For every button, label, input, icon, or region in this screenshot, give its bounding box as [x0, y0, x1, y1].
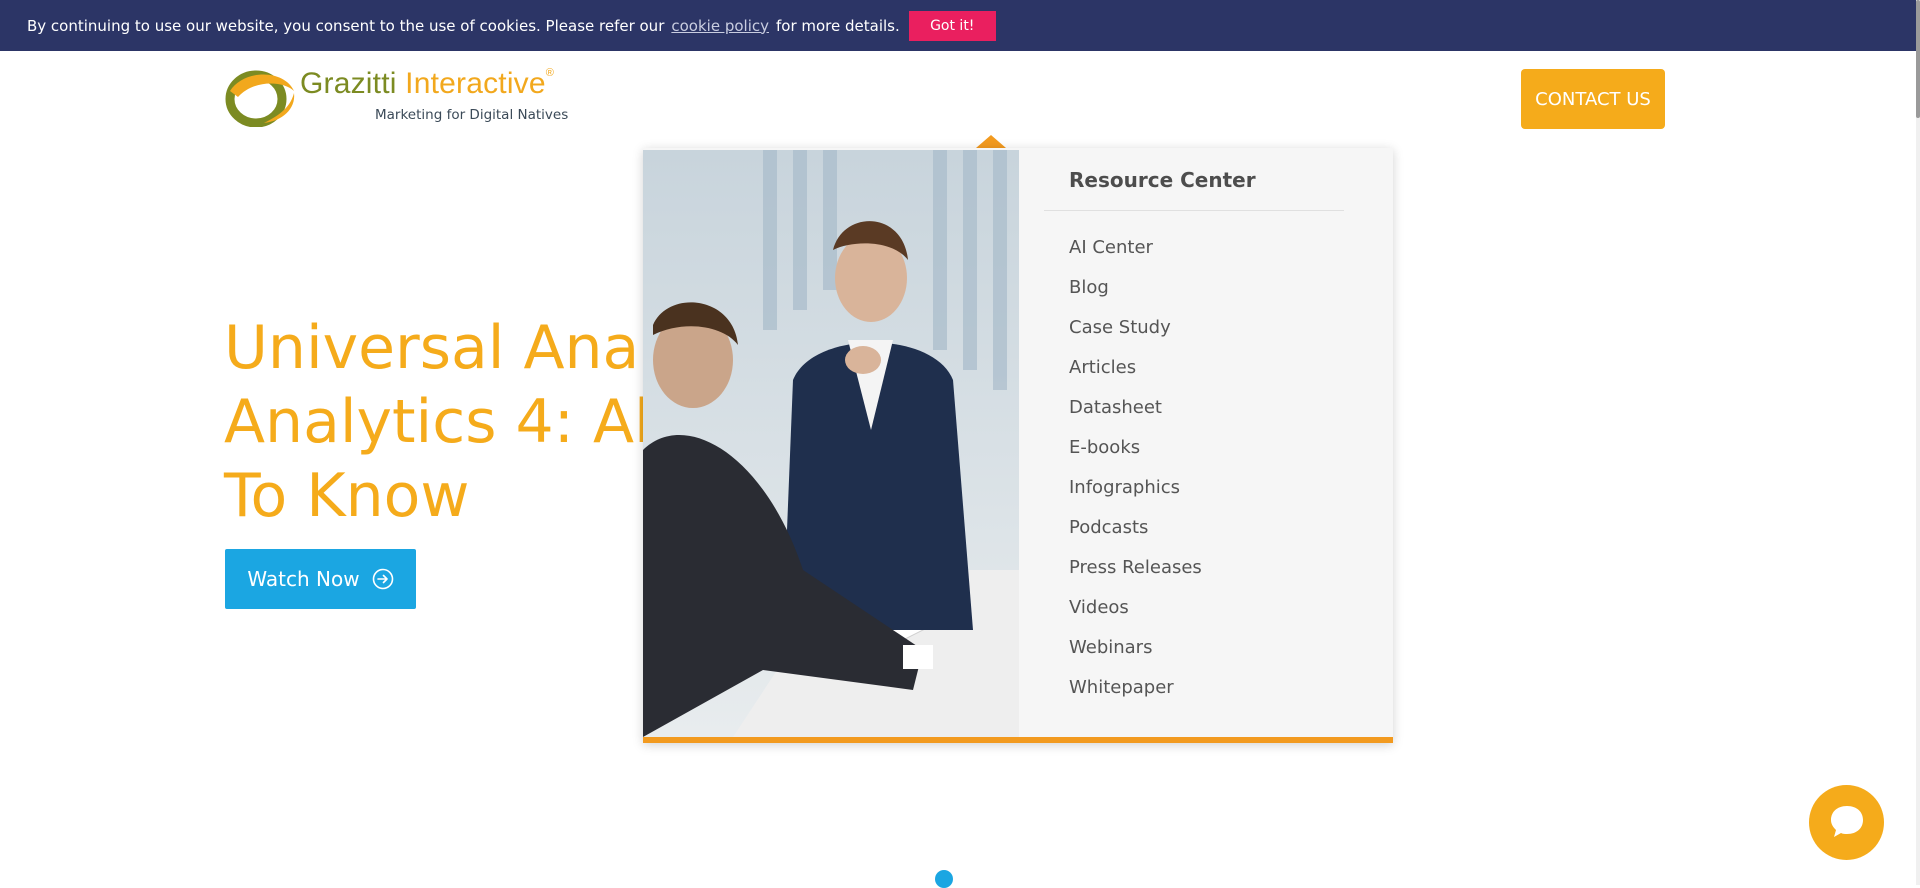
menu-item-ebooks[interactable]: E-books: [1069, 428, 1202, 468]
hero-title-line: Universal Analy: [224, 313, 692, 383]
menu-item-press-releases[interactable]: Press Releases: [1069, 548, 1202, 588]
business-meeting-photo: [643, 150, 1019, 737]
faded-slide-text: ⠀: [1392, 558, 1407, 582]
menu-item-ai-center[interactable]: AI Center: [1069, 228, 1202, 268]
page-scrollbar[interactable]: [1916, 0, 1920, 885]
watch-now-label: Watch Now: [247, 567, 360, 591]
swoosh-logo-icon: [224, 67, 298, 132]
menu-item-podcasts[interactable]: Podcasts: [1069, 508, 1202, 548]
contact-us-button[interactable]: CONTACT US: [1521, 69, 1665, 129]
faded-slide-text: ⠀: [1392, 355, 1407, 379]
menu-divider: [1044, 210, 1344, 211]
logo-name-part2: Interactive: [405, 67, 546, 100]
menu-item-whitepaper[interactable]: Whitepaper: [1069, 668, 1202, 708]
cookie-message-tail: for more details.: [776, 16, 900, 35]
menu-item-blog[interactable]: Blog: [1069, 268, 1202, 308]
menu-item-case-study[interactable]: Case Study: [1069, 308, 1202, 348]
menu-item-articles[interactable]: Articles: [1069, 348, 1202, 388]
logo-tagline: Marketing for Digital Natives: [375, 107, 569, 123]
got-it-button[interactable]: Got it!: [908, 10, 996, 41]
dropdown-caret: [976, 135, 1006, 148]
cookie-consent-bar: By continuing to use our website, you co…: [0, 0, 1916, 51]
hero-title: Universal Analy Analytics 4: All To Know: [224, 311, 692, 533]
menu-item-videos[interactable]: Videos: [1069, 588, 1202, 628]
cookie-message: By continuing to use our website, you co…: [27, 16, 665, 35]
slider-pagination-dot[interactable]: [935, 870, 953, 888]
chat-widget-button[interactable]: [1809, 785, 1884, 860]
logo-wordmark: Grazitti Interactive®: [300, 67, 554, 101]
resource-center-dropdown: Resource Center AI Center Blog Case Stud…: [643, 148, 1393, 743]
hero-title-line: To Know: [224, 461, 470, 531]
menu-item-datasheet[interactable]: Datasheet: [1069, 388, 1202, 428]
cookie-policy-link[interactable]: cookie policy: [671, 17, 769, 35]
logo-name-part1: Grazitti: [300, 67, 397, 100]
arrow-right-circle-icon: [372, 568, 394, 590]
site-logo[interactable]: Grazitti Interactive® Marketing for Digi…: [224, 67, 568, 132]
scrollbar-thumb[interactable]: [1916, 0, 1920, 118]
chat-bubble-icon: [1827, 801, 1867, 844]
resource-menu-column: Resource Center AI Center Blog Case Stud…: [1019, 148, 1393, 737]
hero-title-line: Analytics 4: All: [224, 387, 668, 457]
logo-registered-mark: ®: [545, 67, 555, 79]
menu-item-infographics[interactable]: Infographics: [1069, 468, 1202, 508]
resource-menu-list: AI Center Blog Case Study Articles Datas…: [1069, 228, 1202, 708]
watch-now-button[interactable]: Watch Now: [225, 549, 416, 609]
resource-center-heading[interactable]: Resource Center: [1069, 168, 1256, 192]
menu-item-webinars[interactable]: Webinars: [1069, 628, 1202, 668]
